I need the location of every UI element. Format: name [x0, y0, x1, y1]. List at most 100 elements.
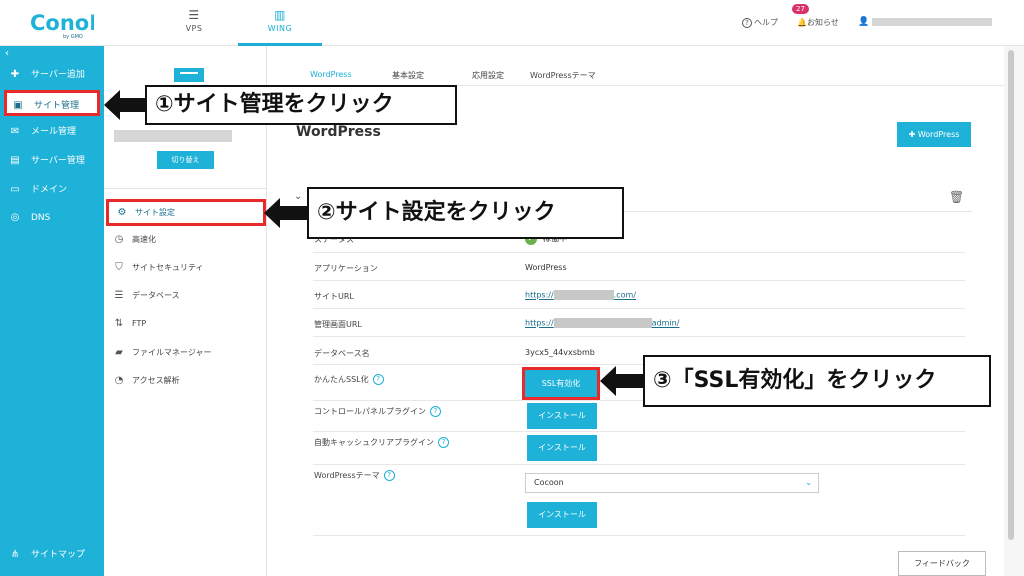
- subnav-access-analytics[interactable]: ◔ アクセス解析: [112, 370, 262, 392]
- cache-clear-plugin-label: 自動キャッシュクリアプラグイン?: [314, 437, 449, 448]
- plus-icon: ✚: [908, 130, 918, 139]
- subnav-file-manager[interactable]: ▰ ファイルマネージャー: [112, 342, 262, 364]
- content-tabs: WordPress 基本設定 応用設定 WordPressテーマ: [268, 46, 1004, 86]
- subnav-ftp[interactable]: ⇅ FTP: [112, 313, 262, 335]
- admin-url-label: 管理画面URL: [314, 320, 362, 329]
- sidebar-item-label: サーバー管理: [31, 156, 85, 166]
- chevron-down-icon: ⌄: [805, 478, 812, 487]
- site-name-redacted: [114, 130, 232, 142]
- site-url-redacted: [553, 290, 614, 300]
- site-thumbnail: [174, 68, 204, 82]
- install-cache-clear-plugin-button[interactable]: インストール: [527, 435, 597, 461]
- subnav-label: ファイルマネージャー: [132, 348, 212, 357]
- switch-site-button[interactable]: 切り替え: [157, 151, 214, 169]
- database-name-value: 3ycx5_44vxsbmb: [525, 348, 595, 357]
- theme-selected-value: Cocoon: [534, 478, 564, 487]
- admin-url-suffix: admin/: [651, 318, 680, 328]
- divider: [313, 431, 965, 432]
- sidebar-item-label: サイト管理: [34, 101, 80, 111]
- tab-basic-settings[interactable]: 基本設定: [392, 70, 424, 81]
- help-icon[interactable]: ?: [430, 406, 441, 417]
- wordpress-theme-label: WordPressテーマ?: [314, 470, 395, 481]
- subnav-label: アクセス解析: [132, 376, 180, 385]
- subnav-database[interactable]: ☰ データベース: [112, 285, 262, 307]
- install-control-panel-plugin-button[interactable]: インストール: [527, 403, 597, 429]
- conoha-logo[interactable]: ConoHa by GMO: [30, 6, 94, 40]
- sidebar-item-sitemap[interactable]: ⋔ サイトマップ: [0, 542, 104, 568]
- arrow-left-icon: [264, 198, 310, 228]
- control-panel-plugin-text: コントロールパネルプラグイン: [314, 407, 426, 416]
- sidebar-item-label: ドメイン: [31, 185, 68, 195]
- help-label: ヘルプ: [754, 18, 778, 27]
- notification-badge: 27: [792, 4, 809, 14]
- subnav-label: データベース: [132, 291, 180, 300]
- add-wordpress-button[interactable]: ✚ WordPress: [897, 122, 971, 147]
- sidebar-item-server[interactable]: ▤ サーバー管理: [0, 148, 104, 174]
- subnav-site-security[interactable]: ⛉ サイトセキュリティ: [112, 257, 262, 279]
- tab-wing[interactable]: ▥ WING: [238, 8, 322, 46]
- mail-icon: ✉: [10, 126, 20, 137]
- admin-url-redacted: [553, 318, 652, 328]
- install-theme-button[interactable]: インストール: [527, 502, 597, 528]
- cache-clear-plugin-text: 自動キャッシュクリアプラグイン: [314, 438, 434, 447]
- subnav-label: FTP: [132, 319, 147, 328]
- theme-select[interactable]: Cocoon ⌄: [525, 473, 819, 493]
- notice-label: お知らせ: [806, 18, 839, 27]
- transfer-icon: ⇅: [114, 318, 124, 329]
- subnav-speedup[interactable]: ◷ 高速化: [112, 229, 262, 251]
- application-value: WordPress: [525, 263, 567, 272]
- divider: [313, 336, 965, 337]
- sidebar: ‹ ✚ サーバー追加 ▣ サイト管理 ✉ メール管理 ▤ サーバー管理 ▭ ドメイン ◎ D…: [0, 46, 104, 576]
- sidebar-item-mail[interactable]: ✉ メール管理: [0, 119, 104, 145]
- arrow-left-icon: [600, 366, 646, 396]
- site-url-link[interactable]: https:// .com/: [525, 290, 636, 300]
- sidebar-item-site-management[interactable]: ▣ サイト管理: [4, 90, 100, 116]
- globe-icon: ◎: [10, 212, 20, 223]
- divider: [104, 188, 266, 189]
- subnav-site-settings[interactable]: ⚙ サイト設定: [106, 199, 266, 226]
- ssl-enable-button[interactable]: SSL有効化: [522, 367, 600, 400]
- callout-step-1: ①サイト管理をクリック: [145, 85, 457, 125]
- sidebar-item-add-server[interactable]: ✚ サーバー追加: [0, 62, 104, 88]
- tab-wordpress-theme[interactable]: WordPressテーマ: [530, 70, 596, 81]
- sidebar-item-label: DNS: [31, 213, 51, 223]
- sidebar-item-label: サーバー追加: [31, 70, 85, 80]
- user-icon: 👤: [858, 17, 870, 27]
- database-name-label: データベース名: [314, 349, 370, 358]
- pie-chart-icon: ◔: [114, 375, 124, 386]
- admin-url-link[interactable]: https:// admin/: [525, 318, 679, 328]
- top-bar: ConoHa by GMO ☰ VPS ▥ WING ?ヘルプ 27 🔔お知らせ…: [0, 0, 1024, 46]
- tab-vps[interactable]: ☰ VPS: [164, 8, 224, 46]
- server-icon: ▤: [10, 155, 20, 166]
- page-scrollbar[interactable]: [1004, 46, 1024, 576]
- sidebar-item-domain[interactable]: ▭ ドメイン: [0, 177, 104, 203]
- trash-icon[interactable]: 🗑: [949, 190, 964, 204]
- add-wordpress-label: WordPress: [917, 130, 960, 139]
- database-icon: ☰: [114, 290, 124, 301]
- sidebar-item-label: メール管理: [31, 127, 77, 137]
- logo-sub: by GMO: [63, 34, 83, 40]
- sidebar-item-dns[interactable]: ◎ DNS: [0, 205, 104, 231]
- tab-advanced-settings[interactable]: 応用設定: [472, 70, 504, 81]
- tab-vps-label: VPS: [185, 24, 203, 33]
- divider: [313, 464, 965, 465]
- site-subpanel: 切り替え ⚙ サイト設定 ◷ 高速化 ⛉ サイトセキュリティ ☰ データベース ⇅ FTP…: [104, 46, 267, 576]
- scrollbar-thumb[interactable]: [1008, 50, 1014, 540]
- wordpress-theme-text: WordPressテーマ: [314, 471, 380, 480]
- domain-icon: ▭: [10, 184, 20, 195]
- divider: [313, 252, 965, 253]
- subnav-label: サイトセキュリティ: [132, 263, 204, 272]
- page-title: WordPress: [296, 124, 381, 140]
- help-link[interactable]: ? ヘルプ: [742, 17, 778, 28]
- collapse-icon[interactable]: ‹: [5, 48, 9, 59]
- site-url-suffix: .com/: [613, 290, 637, 300]
- logo-text: ConoHa: [30, 11, 94, 35]
- feedback-button[interactable]: フィードバック: [898, 551, 986, 576]
- help-icon[interactable]: ?: [383, 470, 395, 481]
- help-icon[interactable]: ?: [372, 374, 384, 385]
- help-icon[interactable]: ?: [438, 437, 449, 448]
- plus-icon: ✚: [10, 69, 20, 80]
- notice-link[interactable]: 🔔お知らせ: [797, 17, 839, 28]
- tab-wordpress[interactable]: WordPress: [310, 70, 352, 79]
- user-menu[interactable]: 👤: [858, 17, 992, 27]
